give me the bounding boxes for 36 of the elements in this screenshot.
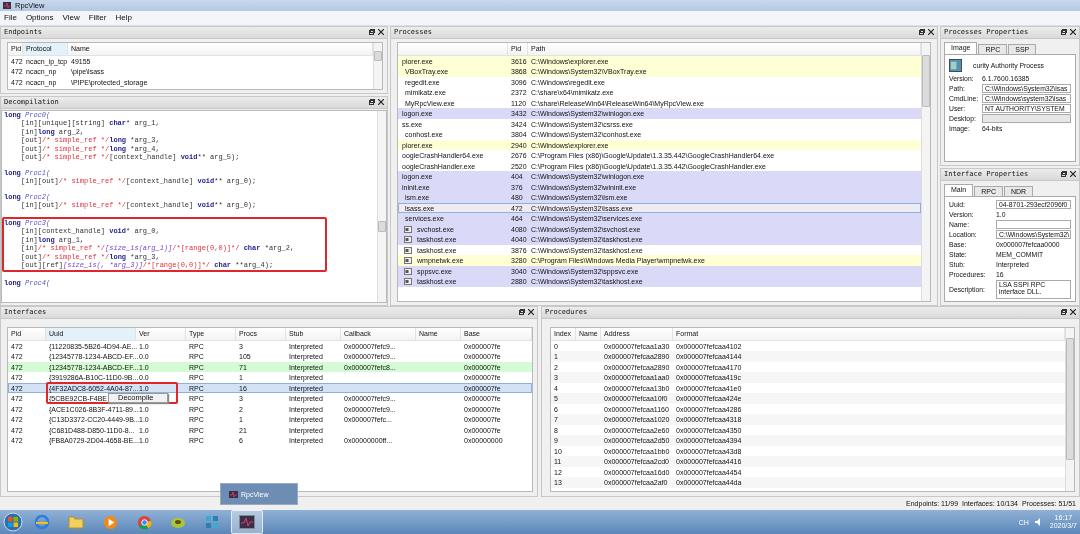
scrollbar[interactable] xyxy=(377,110,386,302)
close-icon[interactable] xyxy=(1070,29,1076,36)
scrollbar[interactable] xyxy=(373,42,382,89)
menu-item[interactable]: View xyxy=(62,13,80,23)
scrollbar[interactable] xyxy=(921,42,930,301)
menu-item[interactable]: Options xyxy=(25,13,54,23)
media-player-icon xyxy=(102,514,118,530)
start-button[interactable] xyxy=(3,512,23,532)
float-icon[interactable] xyxy=(1061,29,1067,36)
menu-item[interactable]: File xyxy=(4,13,17,23)
float-icon[interactable] xyxy=(519,309,525,316)
close-icon[interactable] xyxy=(1070,171,1076,178)
scrollbar[interactable] xyxy=(1065,327,1074,492)
cube-icon xyxy=(204,514,220,530)
app-icon xyxy=(949,58,962,72)
menu-item[interactable]: Help xyxy=(115,13,132,23)
close-icon[interactable] xyxy=(528,309,534,316)
folder-icon xyxy=(68,515,84,529)
float-icon[interactable] xyxy=(1061,309,1067,316)
property-field[interactable] xyxy=(996,219,1071,229)
float-icon[interactable] xyxy=(369,29,375,36)
menu-item[interactable]: Filter xyxy=(88,13,107,23)
app-icon xyxy=(3,1,11,9)
waveform-icon xyxy=(239,515,255,529)
float-icon[interactable] xyxy=(1061,171,1067,178)
float-icon[interactable] xyxy=(369,99,375,106)
waveform-icon xyxy=(229,490,238,498)
close-icon[interactable] xyxy=(1070,309,1076,316)
float-icon[interactable] xyxy=(919,29,925,36)
kiwi-icon xyxy=(170,515,186,529)
taskbar-button[interactable] xyxy=(231,510,263,534)
close-icon[interactable] xyxy=(928,29,934,36)
chrome-icon xyxy=(136,514,152,530)
close-icon[interactable] xyxy=(378,29,384,36)
close-icon[interactable] xyxy=(378,99,384,106)
browser-icon xyxy=(34,514,50,530)
